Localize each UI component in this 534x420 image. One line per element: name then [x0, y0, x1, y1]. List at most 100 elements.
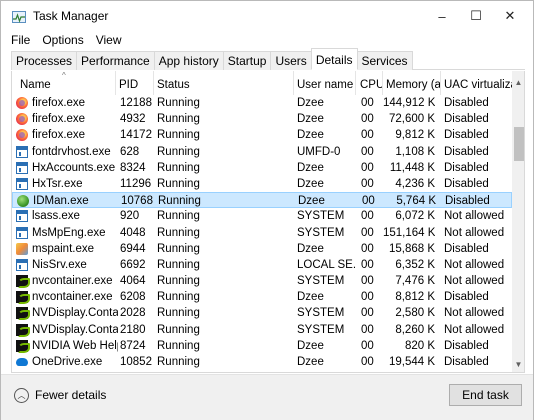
column-header-name[interactable]: ^ Name — [12, 71, 116, 95]
task-manager-window: Task Manager – ☐ ✕ File Options View Pro… — [0, 0, 534, 420]
cell-memory: 2,580 K — [395, 307, 435, 320]
cell-cpu: 00 — [362, 195, 375, 208]
cell-cpu: 00 — [361, 226, 374, 239]
cell-user: Dzee — [297, 177, 324, 190]
cell-user: Dzee — [297, 339, 324, 352]
window-icon — [16, 161, 28, 174]
cell-cpu: 00 — [361, 275, 374, 288]
tab-services[interactable]: Services — [356, 51, 413, 70]
cell-name: OneDrive.exe — [32, 356, 103, 368]
cell-cpu: 00 — [361, 339, 374, 352]
tab-app-history[interactable]: App history — [153, 51, 224, 70]
cell-user: Dzee — [297, 113, 324, 126]
table-row[interactable]: fontdrvhost.exe 628 Running UMFD-0 00 1,108 K… — [12, 144, 512, 160]
table-row[interactable]: firefox.exe 14172 Running Dzee 00 9,812 K Disa… — [12, 127, 512, 143]
table-row[interactable]: MsMpEng.exe 4048 Running SYSTEM 00 151,164 K N… — [12, 225, 512, 241]
nvidia-icon — [16, 339, 30, 353]
cell-pid: 12188 — [120, 97, 152, 109]
cell-cpu: 00 — [361, 177, 374, 190]
table-row[interactable]: HxAccounts.exe 8324 Running Dzee 00 11,448 K D… — [12, 160, 512, 176]
table-row[interactable]: Origin.exe11736Running Dzee 0041,020 K Disa… — [12, 370, 512, 372]
column-header-memory[interactable]: Memory (a... — [383, 71, 441, 95]
table-row[interactable]: IDMan.exe 10768 Running Dzee 00 5,764 K Disabl… — [12, 192, 512, 209]
menu-file[interactable]: File — [1, 31, 35, 49]
cell-uac: Disabled — [444, 370, 512, 372]
cell-name: HxTsr.exe — [32, 177, 83, 190]
cell-pid: 11296 — [120, 177, 152, 190]
cell-name: NisSrv.exe — [32, 258, 87, 271]
scroll-thumb[interactable] — [514, 127, 524, 161]
menu-options[interactable]: Options — [35, 31, 88, 49]
cell-status: Running — [157, 307, 200, 320]
cell-user: Dzee — [297, 97, 324, 109]
process-list: firefox.exe 12188 Running Dzee 00 144,912 K Di… — [12, 95, 512, 372]
window-icon — [16, 145, 28, 158]
table-row[interactable]: lsass.exe 920 Running SYSTEM 00 6,072 K Not al… — [12, 208, 512, 224]
table-row[interactable]: HxTsr.exe 11296 Running Dzee 00 4,236 K Disabl… — [12, 176, 512, 192]
menu-view[interactable]: View — [89, 31, 127, 49]
scroll-down-arrow-icon[interactable]: ▼ — [512, 357, 524, 371]
cell-user: Dzee — [297, 242, 324, 255]
cell-uac: Disabled — [444, 291, 489, 304]
tab-processes[interactable]: Processes — [11, 51, 78, 70]
cell-memory: 9,812 K — [395, 129, 435, 142]
cell-memory: 6,072 K — [395, 210, 435, 223]
chevron-up-circle-icon: ︿ — [14, 387, 29, 403]
column-header-cpu[interactable]: CPU — [356, 71, 383, 95]
vertical-scrollbar[interactable]: ▲ ▼ — [512, 71, 524, 372]
column-header-status[interactable]: Status — [154, 71, 294, 95]
cell-memory: 72,600 K — [388, 113, 435, 126]
cell-status: Running — [157, 177, 200, 190]
minimize-button[interactable]: – — [425, 1, 459, 31]
cell-user: Dzee — [297, 370, 355, 372]
nvidia-icon — [16, 291, 30, 305]
cell-uac: Not allowed — [444, 307, 505, 320]
cell-memory: 4,236 K — [395, 177, 435, 190]
cell-uac: Not allowed — [444, 258, 505, 271]
table-row[interactable]: NisSrv.exe 6692 Running LOCAL SE... 00 6,352 … — [12, 257, 512, 273]
cell-cpu: 00 — [361, 291, 374, 304]
scroll-up-arrow-icon[interactable]: ▲ — [512, 75, 524, 89]
cell-user: LOCAL SE... — [297, 258, 355, 271]
table-row[interactable]: nvcontainer.exe 4064 Running SYSTEM 00 7,476 … — [12, 273, 512, 289]
cell-cpu: 00 — [361, 97, 374, 109]
cell-status: Running — [157, 113, 200, 126]
cell-name: NVIDIA Web Helper.... — [32, 339, 118, 352]
column-header-uac[interactable]: UAC virtualizat... — [441, 71, 512, 95]
cell-pid: 4932 — [120, 113, 146, 126]
cell-pid: 6208 — [120, 291, 146, 304]
close-button[interactable]: ✕ — [493, 1, 527, 31]
cell-cpu: 00 — [361, 129, 374, 142]
maximize-button[interactable]: ☐ — [459, 1, 493, 31]
cell-memory: 6,352 K — [395, 258, 435, 271]
nvidia-icon — [16, 275, 30, 289]
end-task-button[interactable]: End task — [449, 384, 522, 406]
table-row[interactable]: NVIDIA Web Helper....8724 Running Dzee 00 82… — [12, 338, 512, 354]
cell-memory: 11,448 K — [389, 161, 435, 174]
table-row[interactable]: OneDrive.exe 10852 Running Dzee 00 19,544 K Di… — [12, 354, 512, 370]
fewer-details-button[interactable]: ︿ Fewer details — [14, 386, 106, 404]
table-row[interactable]: firefox.exe 12188 Running Dzee 00 144,912 K Di… — [12, 95, 512, 111]
window-icon — [16, 226, 28, 239]
onedrive-icon — [16, 358, 28, 366]
column-header-pid[interactable]: PID — [116, 71, 154, 95]
cell-status: Running — [157, 161, 200, 174]
tab-startup[interactable]: Startup — [222, 51, 272, 70]
cell-user: SYSTEM — [297, 210, 345, 223]
table-row[interactable]: mspaint.exe 6944 Running Dzee 00 15,868 K Disa… — [12, 241, 512, 257]
table-row[interactable]: nvcontainer.exe 6208 Running Dzee 00 8,812 K D… — [12, 289, 512, 305]
tab-bar: Processes Performance App history Startu… — [11, 48, 525, 70]
tab-performance[interactable]: Performance — [76, 51, 155, 70]
tab-users[interactable]: Users — [270, 51, 312, 70]
cell-user: SYSTEM — [297, 323, 345, 336]
cell-memory: 8,812 K — [395, 291, 435, 304]
table-row[interactable]: NVDisplay.Container...2028 Running SYSTEM 0… — [12, 305, 512, 321]
table-row[interactable]: firefox.exe 4932 Running Dzee 00 72,600 K Disa… — [12, 111, 512, 127]
column-header-user[interactable]: User name — [294, 71, 356, 95]
title-bar[interactable]: Task Manager – ☐ ✕ — [1, 1, 533, 31]
cell-cpu: 00 — [361, 161, 374, 174]
cell-cpu: 00 — [361, 323, 374, 336]
table-row[interactable]: NVDisplay.Container...2180 Running SYSTEM 0… — [12, 322, 512, 338]
cell-status: Running — [157, 370, 293, 372]
tab-details[interactable]: Details — [310, 48, 358, 70]
